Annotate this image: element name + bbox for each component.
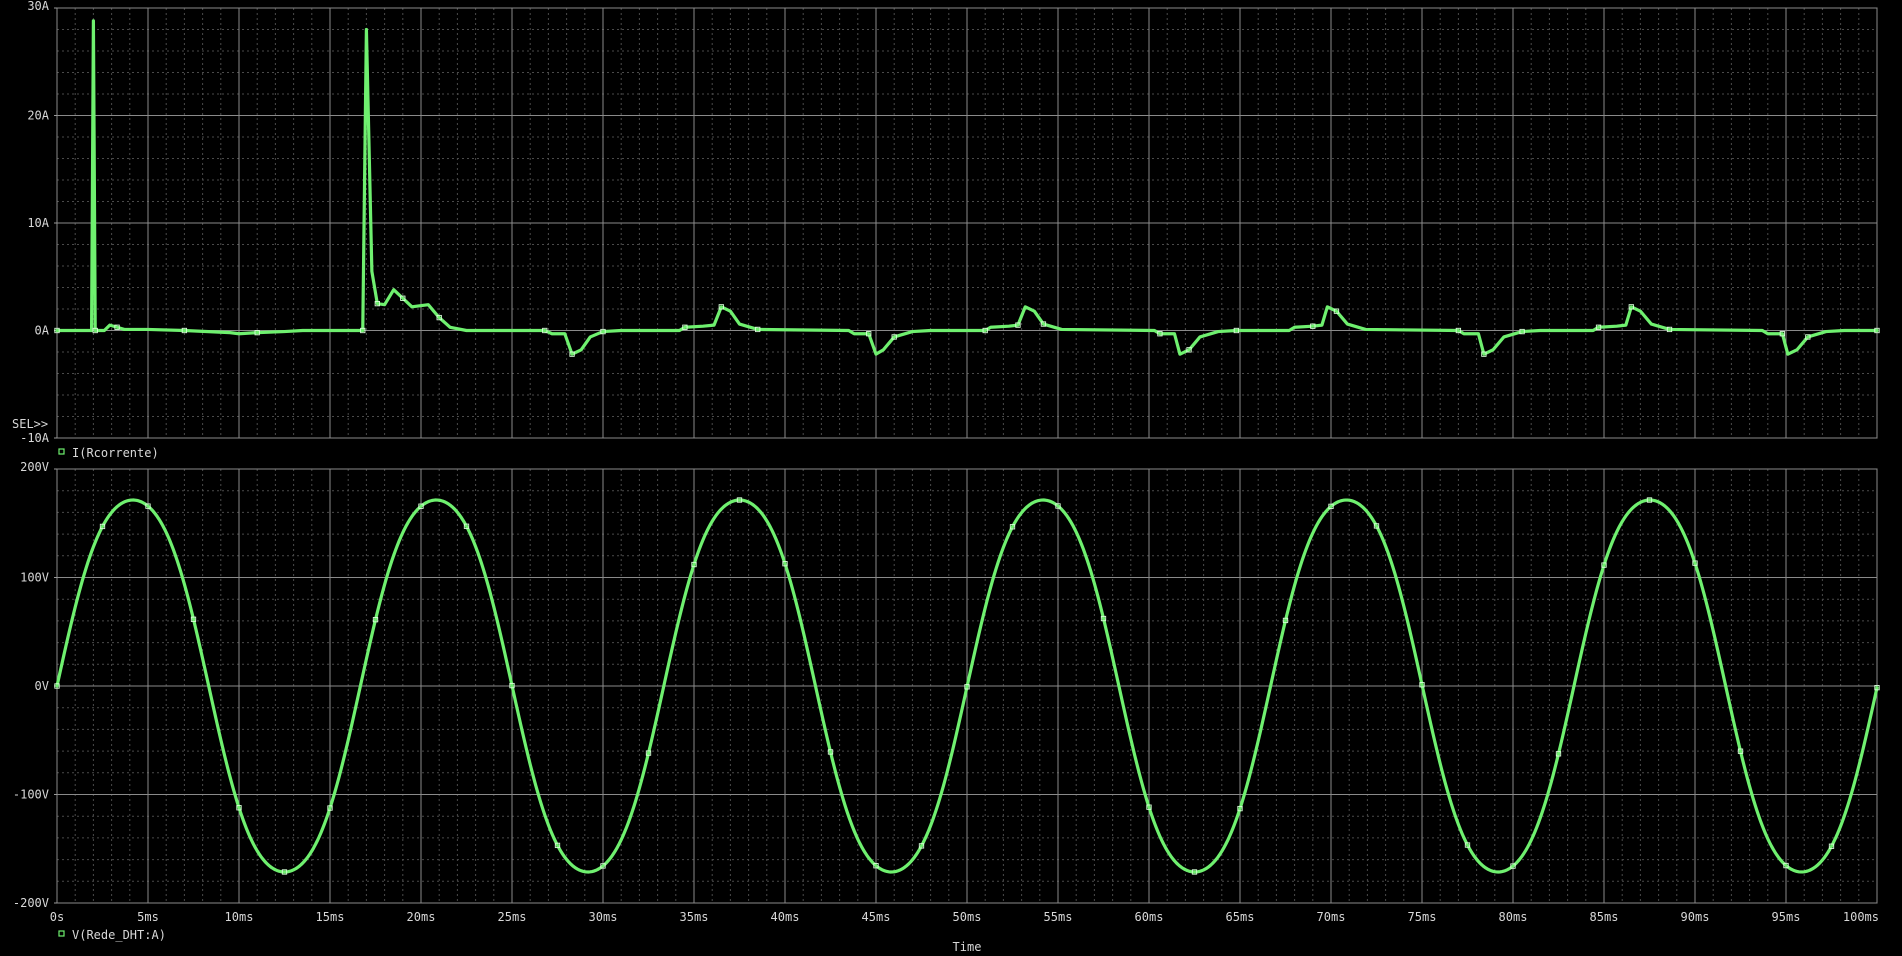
current-y-tick-label: 30A — [27, 0, 49, 13]
voltage-y-tick-label: -200V — [13, 896, 49, 910]
voltage-y-tick-label: 0V — [35, 679, 49, 693]
time-tick-label: 50ms — [953, 910, 982, 924]
time-tick-label: 30ms — [589, 910, 618, 924]
voltage-legend-label: V(Rede_DHT:A) — [72, 928, 166, 942]
background — [0, 0, 1902, 956]
voltage-y-tick-label: 100V — [20, 571, 49, 585]
time-tick-label: 85ms — [1590, 910, 1619, 924]
time-tick-label: 35ms — [680, 910, 709, 924]
current-y-tick-label: 20A — [27, 109, 49, 123]
time-tick-label: 25ms — [498, 910, 527, 924]
voltage-y-tick-label: 200V — [20, 460, 49, 474]
time-tick-label: 100ms — [1843, 910, 1879, 924]
time-tick-label: 10ms — [225, 910, 254, 924]
waveform-plot: 30A 20A 10A 0A -10A SEL>> I(Rcorrente) 200V 1… — [0, 0, 1902, 956]
time-axis-tick-labels: 0s 5ms 10ms 15ms 20ms 25ms 30ms 35ms 40ms 45ms 50m… — [50, 910, 1879, 924]
time-tick-label: 45ms — [862, 910, 891, 924]
voltage-y-tick-label: -100V — [13, 788, 49, 802]
time-tick-label: 60ms — [1135, 910, 1164, 924]
time-tick-label: 20ms — [407, 910, 436, 924]
current-legend-label: I(Rcorrente) — [72, 446, 159, 460]
time-tick-label: 0s — [50, 910, 64, 924]
current-y-tick-label: 0A — [35, 324, 50, 338]
time-tick-label: 55ms — [1044, 910, 1073, 924]
time-tick-label: 95ms — [1772, 910, 1801, 924]
time-tick-label: 65ms — [1226, 910, 1255, 924]
time-tick-label: 90ms — [1681, 910, 1710, 924]
voltage-legend[interactable]: V(Rede_DHT:A) — [58, 928, 166, 942]
current-legend[interactable]: I(Rcorrente) — [58, 446, 159, 460]
time-tick-label: 70ms — [1317, 910, 1346, 924]
selection-marker: SEL>> — [12, 417, 48, 431]
time-tick-label: 5ms — [137, 910, 159, 924]
time-axis-label: Time — [953, 940, 982, 954]
time-tick-label: 15ms — [316, 910, 345, 924]
current-major-grid — [56, 7, 1878, 439]
time-tick-label: 75ms — [1408, 910, 1437, 924]
time-tick-label: 80ms — [1499, 910, 1528, 924]
current-y-tick-label: 10A — [27, 216, 49, 230]
current-y-tick-label: -10A — [20, 431, 50, 445]
time-tick-label: 40ms — [771, 910, 800, 924]
